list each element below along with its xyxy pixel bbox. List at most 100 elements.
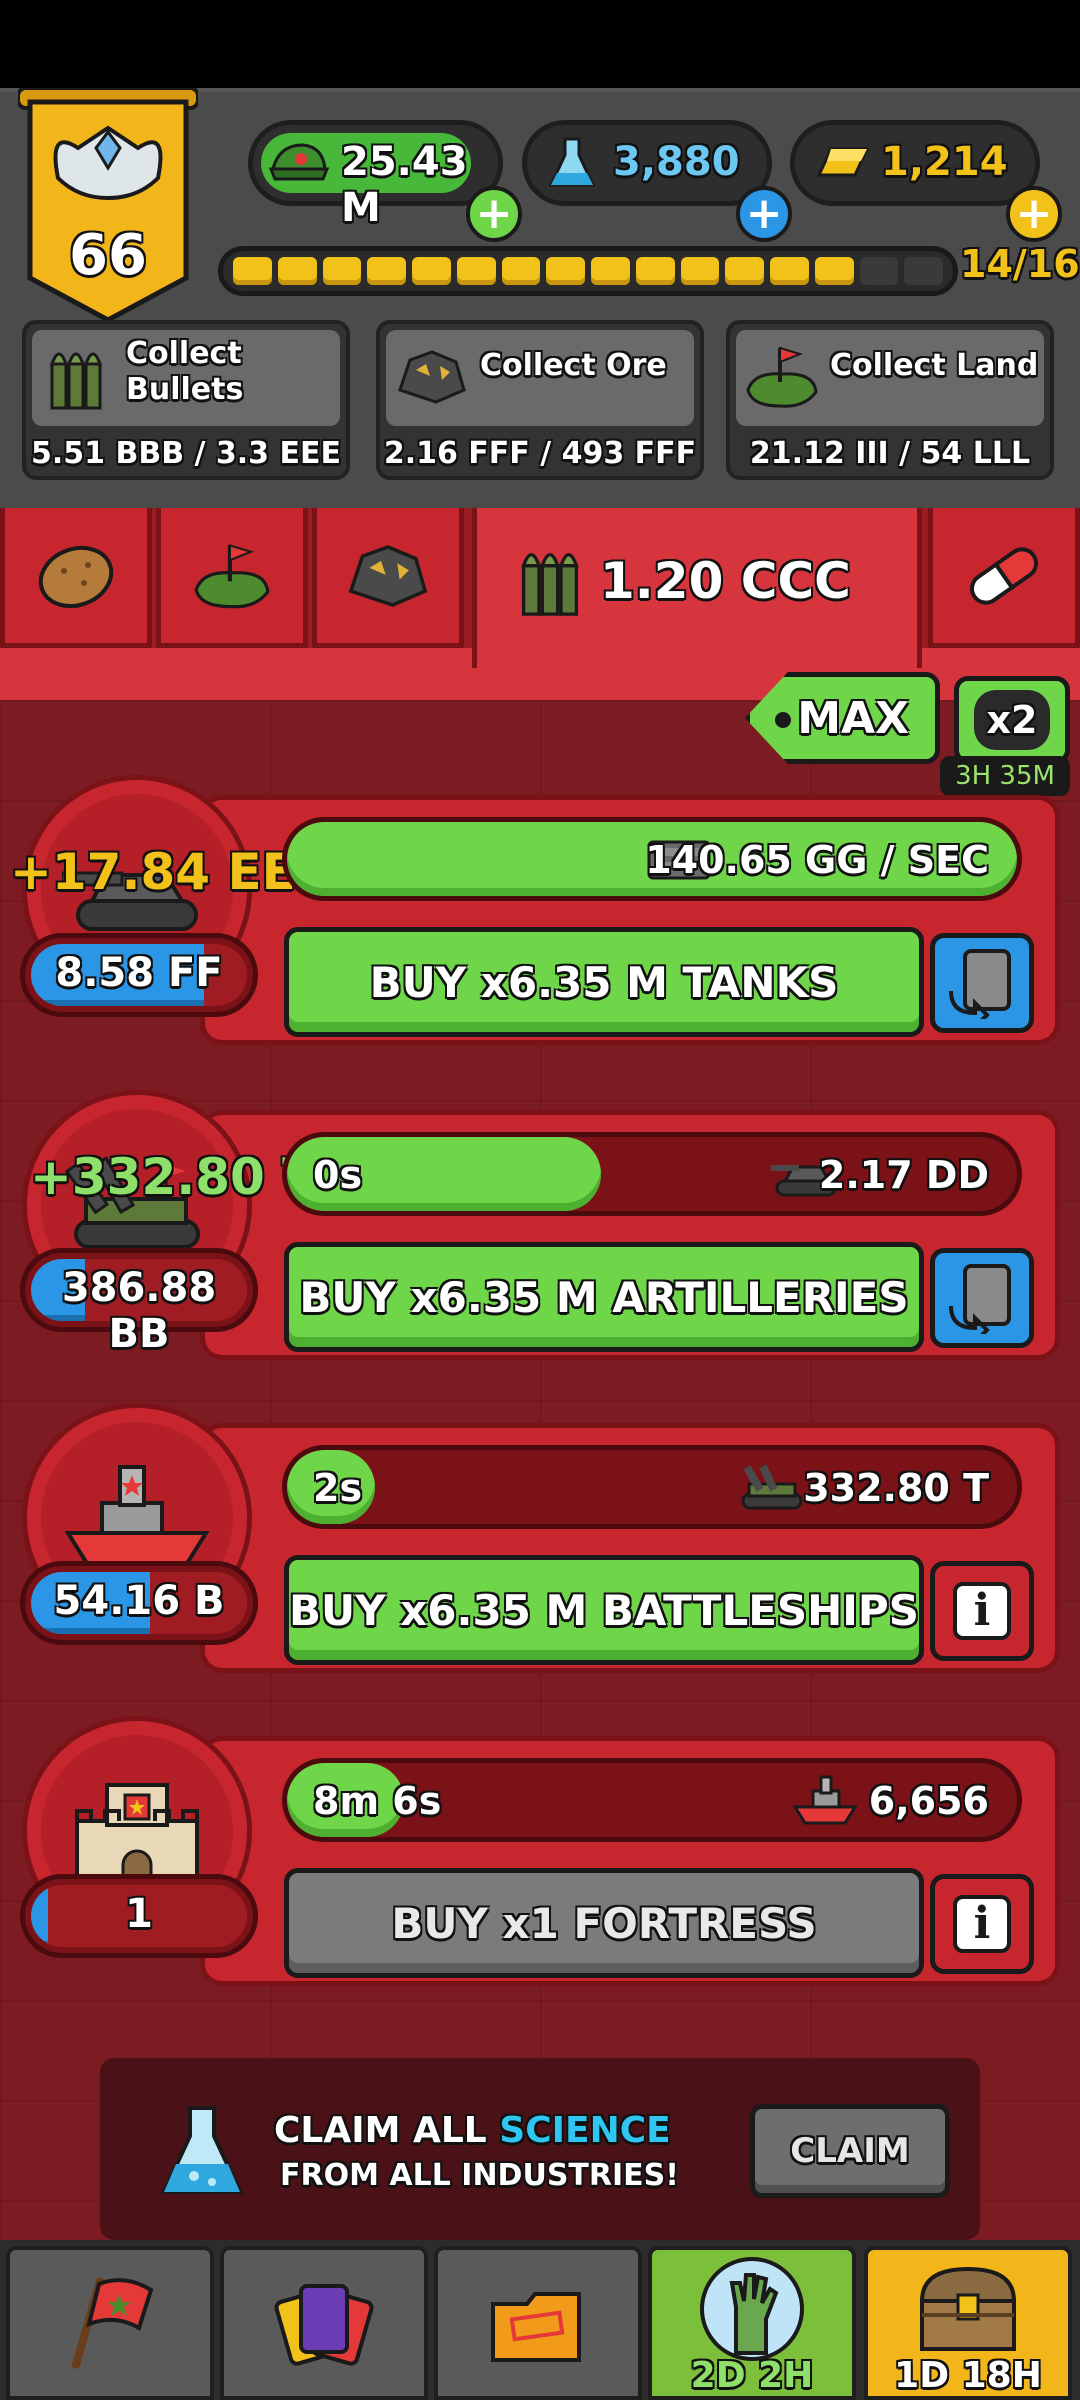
science-resource[interactable]: 3,880 <box>522 120 772 206</box>
nav-tab-war[interactable] <box>6 2246 214 2400</box>
fortress-info-button[interactable]: i <box>930 1874 1034 1974</box>
land-icon <box>746 346 818 408</box>
artilleries-gain: +332.80 T <box>30 1148 317 1206</box>
xp-segment <box>591 257 630 285</box>
fortress-progress: 8m 6s 6,656 <box>282 1758 1022 1842</box>
gold-bar-icon <box>816 147 870 177</box>
header: 66 25.43 M + 3,880 + 1,214 + 14/16 Colle… <box>0 88 1080 508</box>
collect-bullets-value: 5.51 BBB / 3.3 EEE <box>31 436 341 471</box>
xp-progress-bar <box>218 246 958 296</box>
xp-segment <box>680 257 720 285</box>
buy-battleships-button[interactable]: BUY x6.35 M BATTLESHIPS <box>284 1555 924 1665</box>
artilleries-output: 2.17 DD <box>818 1153 989 1197</box>
collect-bullets-button[interactable]: Collect Bullets 5.51 BBB / 3.3 EEE <box>22 320 350 480</box>
money-resource[interactable]: 25.43 M <box>248 120 503 231</box>
collect-land-button[interactable]: Collect Land 21.12 III / 54 LLL <box>726 320 1054 480</box>
xp-segment <box>456 257 496 285</box>
flask-icon <box>549 137 595 187</box>
xp-segment <box>277 257 317 285</box>
xp-segment <box>322 257 362 285</box>
land-icon <box>194 543 270 608</box>
buy-tanks-button[interactable]: BUY x6.35 M TANKS <box>284 927 924 1037</box>
swap-artilleries-button[interactable] <box>930 1248 1034 1348</box>
pill-icon <box>970 546 1038 605</box>
swap-card-icon <box>949 949 1011 1019</box>
fortress-timer: 8m 6s <box>313 1779 442 1823</box>
tanks-rate: 140.65 GG / SEC <box>645 838 989 882</box>
gold-resource[interactable]: 1,214 <box>790 120 1040 206</box>
treasure-chest-icon <box>919 2266 1017 2351</box>
folder-icon <box>491 2292 581 2362</box>
claim-title: CLAIM ALL SCIENCE <box>274 2110 671 2151</box>
xp-segment <box>859 257 899 285</box>
add-money-button[interactable]: + <box>466 186 522 242</box>
artilleries-timer: 0s <box>313 1153 363 1197</box>
tanks-gain: +17.84 EE <box>10 843 296 901</box>
battleships-count-value: 54.16 B <box>53 1578 225 1624</box>
swap-tanks-button[interactable] <box>930 933 1034 1033</box>
max-dot <box>775 712 791 728</box>
artillery-icon <box>741 1464 803 1510</box>
tab-land[interactable] <box>156 508 308 648</box>
bottom-nav: 2D 2H 1D 18H <box>0 2240 1080 2400</box>
science-value: 3,880 <box>613 139 740 185</box>
cards-icon <box>274 2284 374 2366</box>
artilleries-count-value: 386.88 BB <box>61 1265 217 1357</box>
battleships-timer: 2s <box>313 1466 363 1510</box>
nav-tab-chest[interactable]: 1D 18H <box>864 2246 1072 2400</box>
xp-segment <box>233 257 272 285</box>
xp-segment <box>367 257 406 285</box>
battleships-count: 54.16 B <box>20 1561 258 1645</box>
nav-tab-cards[interactable] <box>220 2246 428 2400</box>
xp-segment <box>814 257 854 285</box>
collect-ore-button[interactable]: Collect Ore 2.16 FFF / 493 FFF <box>376 320 704 480</box>
unit-row-tanks: +17.84 EE 8.58 FF 140.65 GG / SEC BUY x6… <box>0 765 1080 1055</box>
xp-segment <box>770 257 809 285</box>
buy-fortress-button[interactable]: BUY x1 FORTRESS <box>284 1868 924 1978</box>
xp-segment <box>904 257 943 285</box>
flask-icon <box>160 2106 244 2194</box>
add-science-button[interactable]: + <box>736 186 792 242</box>
xp-segment <box>546 257 585 285</box>
battleships-progress: 2s 332.80 T <box>282 1445 1022 1529</box>
collect-title: Collect Ore <box>480 348 667 383</box>
unit-row-fortress: 1 8m 6s 6,656 BUY x1 FORTRESS i <box>0 1706 1080 1996</box>
collect-title: Collect Bullets <box>126 336 244 407</box>
nav-tab-missions[interactable] <box>434 2246 642 2400</box>
info-icon: i <box>953 1895 1011 1953</box>
tab-pill[interactable] <box>928 508 1080 648</box>
army-cap-icon <box>269 143 329 181</box>
claim-science-banner: CLAIM ALL SCIENCE FROM ALL INDUSTRIES! C… <box>100 2058 980 2240</box>
nav-tab-event[interactable]: 2D 2H <box>648 2246 856 2400</box>
x2-label: x2 <box>974 690 1050 750</box>
status-bar <box>0 0 1080 88</box>
swap-card-icon <box>949 1264 1011 1334</box>
collect-land-value: 21.12 III / 54 LLL <box>749 436 1031 471</box>
rank-level: 66 <box>69 223 147 288</box>
ore-icon <box>348 544 428 607</box>
unit-row-battleships: 54.16 B 2s 332.80 T BUY x6.35 M BATTLESH… <box>0 1393 1080 1683</box>
unit-row-artilleries: +332.80 T 386.88 BB 0s 2.17 DD BUY x6.35… <box>0 1080 1080 1370</box>
bullets-icon <box>521 553 579 616</box>
bullet-amount: 1.20 CCC <box>600 552 851 610</box>
xp-label: 14/16 <box>960 242 1080 286</box>
fortress-count: 1 <box>20 1874 258 1958</box>
flag-icon <box>71 2276 154 2370</box>
claim-subtitle: FROM ALL INDUSTRIES! <box>280 2158 679 2193</box>
fortress-output: 6,656 <box>868 1779 989 1823</box>
rank-banner-icon[interactable] <box>18 88 198 328</box>
tanks-progress: 140.65 GG / SEC <box>282 817 1022 901</box>
buy-artilleries-button[interactable]: BUY x6.35 M ARTILLERIES <box>284 1242 924 1352</box>
bullets-icon <box>49 352 103 410</box>
add-gold-button[interactable]: + <box>1006 186 1062 242</box>
battleships-info-button[interactable]: i <box>930 1561 1034 1661</box>
claim-button[interactable]: CLAIM <box>750 2104 950 2198</box>
tab-potato[interactable] <box>0 508 152 648</box>
artilleries-progress: 0s 2.17 DD <box>282 1132 1022 1216</box>
chest-timer: 1D 18H <box>894 2355 1042 2396</box>
x2-boost-button[interactable]: x2 <box>954 676 1070 764</box>
tanks-count-value: 8.58 FF <box>55 950 223 996</box>
tab-ore[interactable] <box>312 508 464 648</box>
collect-title: Collect Land <box>830 348 1039 383</box>
gold-value: 1,214 <box>881 139 1008 185</box>
